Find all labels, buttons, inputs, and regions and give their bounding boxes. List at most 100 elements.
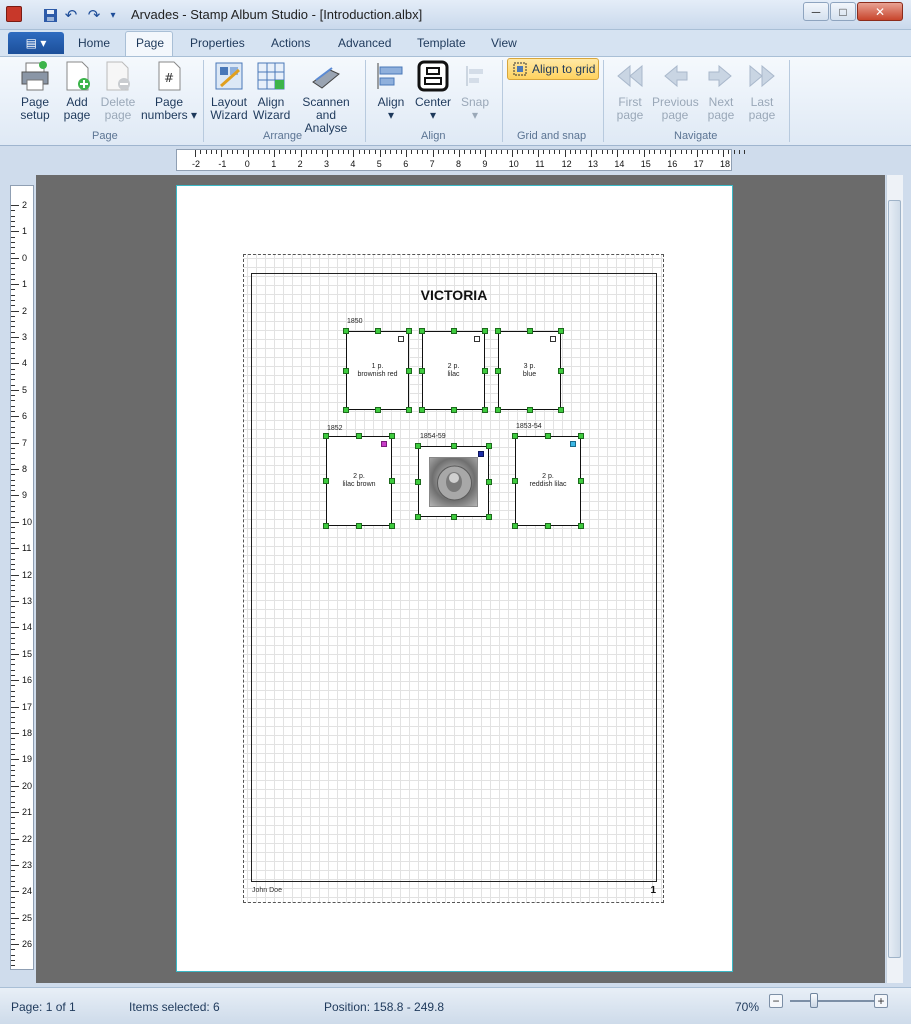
stamp-frame[interactable]: 2 p. lilac bbox=[422, 331, 485, 410]
year-label[interactable]: 1852 bbox=[327, 425, 343, 432]
selection-handle[interactable] bbox=[343, 407, 349, 413]
selection-handle[interactable] bbox=[415, 478, 421, 485]
selection-handle[interactable] bbox=[389, 523, 395, 529]
zoom-out-button[interactable]: − bbox=[769, 994, 783, 1008]
selection-handle[interactable] bbox=[406, 407, 412, 413]
selection-handle[interactable] bbox=[374, 407, 381, 413]
selection-handle[interactable] bbox=[450, 407, 457, 413]
delete-page-button[interactable]: Delete page bbox=[100, 60, 136, 122]
selection-handle[interactable] bbox=[323, 523, 329, 529]
page-title[interactable]: VICTORIA bbox=[251, 287, 657, 303]
footer-page-number[interactable]: 1 bbox=[640, 885, 656, 896]
selection-handle[interactable] bbox=[356, 523, 362, 529]
selection-handle[interactable] bbox=[419, 328, 425, 334]
selection-handle[interactable] bbox=[389, 433, 395, 439]
zoom-in-button[interactable]: + bbox=[874, 994, 888, 1008]
year-label[interactable]: 1853-54 bbox=[516, 423, 542, 430]
maximize-button[interactable]: □ bbox=[830, 2, 856, 21]
selection-handle[interactable] bbox=[486, 514, 492, 520]
align-button[interactable]: Align ▾ bbox=[373, 60, 409, 122]
footer-author[interactable]: John Doe bbox=[252, 887, 282, 894]
selection-handle[interactable] bbox=[495, 367, 501, 374]
close-button[interactable]: ✕ bbox=[857, 2, 903, 21]
selection-handle[interactable] bbox=[578, 433, 584, 439]
selection-handle[interactable] bbox=[374, 328, 381, 334]
snap-button[interactable]: Snap ▾ bbox=[458, 60, 492, 122]
last-page-button[interactable]: Last page bbox=[744, 60, 780, 122]
selection-handle[interactable] bbox=[526, 407, 533, 413]
selection-handle[interactable] bbox=[512, 523, 518, 529]
stamp-frame[interactable]: 2 p. lilac brown bbox=[326, 436, 392, 526]
tab-properties[interactable]: Properties bbox=[190, 36, 245, 50]
stamp-frame[interactable]: 3 p. blue bbox=[498, 331, 561, 410]
tab-advanced[interactable]: Advanced bbox=[338, 36, 391, 50]
app-icon[interactable] bbox=[6, 6, 22, 22]
selection-handle[interactable] bbox=[323, 433, 329, 439]
redo-icon[interactable]: ↷ bbox=[84, 5, 104, 25]
selection-handle[interactable] bbox=[419, 407, 425, 413]
selection-handle[interactable] bbox=[482, 407, 488, 413]
selection-handle[interactable] bbox=[512, 478, 518, 484]
selection-handle[interactable] bbox=[545, 433, 551, 439]
align-wizard-button[interactable]: Align Wizard bbox=[253, 60, 290, 122]
customize-icon[interactable]: ▾ bbox=[103, 5, 123, 25]
zoom-slider-track[interactable] bbox=[790, 1000, 875, 1002]
selection-handle[interactable] bbox=[406, 367, 412, 374]
previous-page-button[interactable]: Previous page bbox=[652, 60, 699, 122]
ruler-tick-mark bbox=[11, 838, 19, 840]
page-numbers-button[interactable]: # Page numbers ▾ bbox=[140, 60, 198, 122]
scan-analyse-button[interactable]: Scannen and Analyse bbox=[294, 60, 358, 135]
tab-home[interactable]: Home bbox=[78, 36, 110, 50]
selection-handle[interactable] bbox=[545, 523, 551, 529]
selection-handle[interactable] bbox=[558, 328, 564, 334]
selection-handle[interactable] bbox=[415, 514, 421, 520]
save-icon[interactable] bbox=[40, 5, 60, 25]
first-page-button[interactable]: First page bbox=[612, 60, 648, 122]
layout-wizard-button[interactable]: Layout Wizard bbox=[209, 60, 249, 122]
center-button[interactable]: Center ▾ bbox=[414, 60, 452, 122]
selection-handle[interactable] bbox=[450, 443, 457, 449]
tab-view[interactable]: View bbox=[491, 36, 517, 50]
add-page-button[interactable]: Add page bbox=[62, 60, 92, 122]
tab-actions[interactable]: Actions bbox=[271, 36, 310, 50]
selection-handle[interactable] bbox=[578, 478, 584, 484]
selection-handle[interactable] bbox=[558, 367, 564, 374]
page-setup-button[interactable]: Page setup bbox=[13, 60, 57, 122]
selection-handle[interactable] bbox=[482, 367, 488, 374]
selection-handle[interactable] bbox=[356, 433, 362, 439]
selection-handle[interactable] bbox=[419, 367, 425, 374]
year-label[interactable]: 1854-59 bbox=[420, 433, 446, 440]
selection-handle[interactable] bbox=[578, 523, 584, 529]
minimize-button[interactable]: ─ bbox=[803, 2, 829, 21]
selection-handle[interactable] bbox=[323, 478, 329, 484]
undo-icon[interactable]: ↶ bbox=[61, 5, 81, 25]
selection-handle[interactable] bbox=[486, 443, 492, 449]
selection-handle[interactable] bbox=[406, 328, 412, 334]
selection-handle[interactable] bbox=[512, 433, 518, 439]
selection-handle[interactable] bbox=[450, 328, 457, 334]
selection-handle[interactable] bbox=[482, 328, 488, 334]
selection-handle[interactable] bbox=[343, 328, 349, 334]
selection-handle[interactable] bbox=[389, 478, 395, 484]
year-label[interactable]: 1850 bbox=[347, 318, 363, 325]
tab-template[interactable]: Template bbox=[417, 36, 466, 50]
selection-handle[interactable] bbox=[450, 514, 457, 520]
next-page-button[interactable]: Next page bbox=[703, 60, 739, 122]
selection-handle[interactable] bbox=[415, 443, 421, 449]
zoom-slider-thumb[interactable] bbox=[810, 993, 818, 1008]
ruler-tick-mark bbox=[11, 822, 15, 824]
vertical-scroll-thumb[interactable] bbox=[888, 200, 901, 958]
stamp-frame[interactable]: 1 p. brownish red bbox=[346, 331, 409, 410]
selection-handle[interactable] bbox=[558, 407, 564, 413]
selection-handle[interactable] bbox=[495, 407, 501, 413]
selection-handle[interactable] bbox=[486, 478, 492, 485]
selection-handle[interactable] bbox=[495, 328, 501, 334]
file-menu-button[interactable]: ▤ ▾ bbox=[8, 32, 64, 54]
selection-handle[interactable] bbox=[526, 328, 533, 334]
align-to-grid-button[interactable]: Align to grid bbox=[507, 58, 599, 80]
ruler-tick-mark bbox=[11, 537, 15, 539]
tab-page[interactable]: Page bbox=[136, 36, 164, 50]
selection-handle[interactable] bbox=[343, 367, 349, 374]
stamp-image[interactable] bbox=[429, 457, 478, 507]
stamp-frame[interactable]: 2 p. reddish lilac bbox=[515, 436, 581, 526]
